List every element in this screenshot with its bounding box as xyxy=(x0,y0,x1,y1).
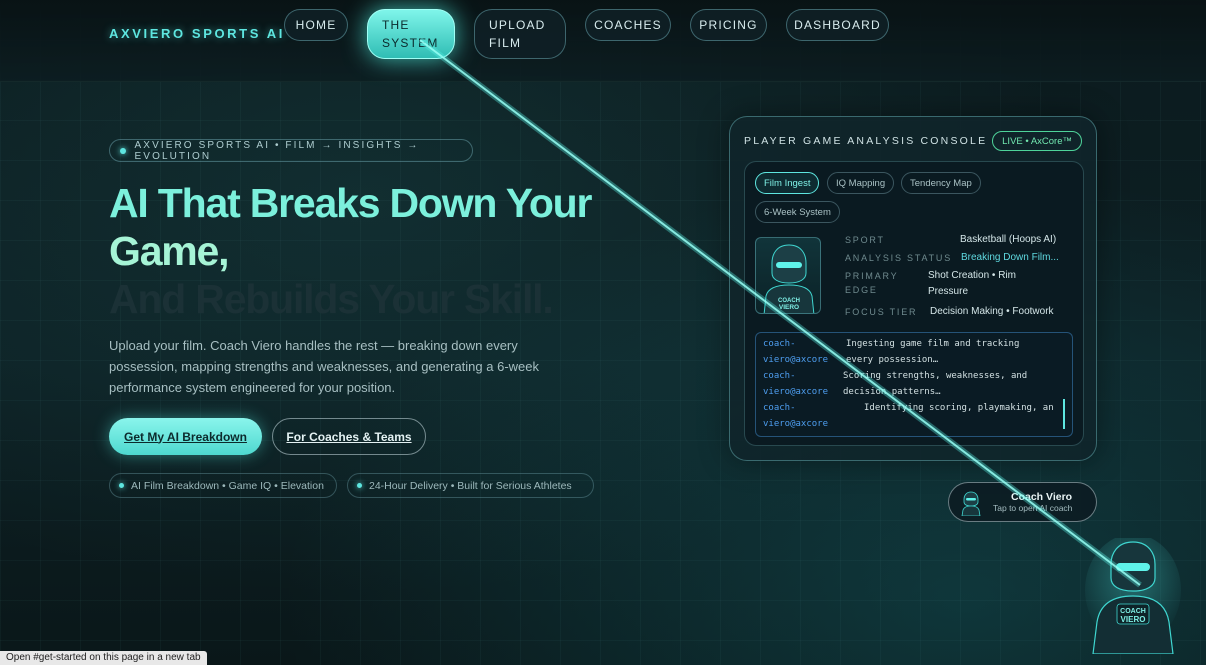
coaches-teams-button[interactable]: For Coaches & Teams xyxy=(272,418,426,455)
nav-dashboard[interactable]: DASHBOARD xyxy=(786,9,889,41)
coach-viero-widget[interactable]: Coach Viero Tap to open AI coach xyxy=(948,482,1097,522)
get-ai-breakdown-button[interactable]: Get My AI Breakdown xyxy=(109,418,262,455)
tab-film-ingest[interactable]: Film Ingest xyxy=(755,172,820,194)
tab-6-week-system[interactable]: 6-Week System xyxy=(755,201,840,223)
brand-logo[interactable]: AXVIERO SPORTS AI xyxy=(109,26,285,41)
nav-the-system[interactable]: THE SYSTEM xyxy=(367,9,455,59)
robot-coach-icon: COACH VIERO xyxy=(763,244,815,313)
chip-label: 24-Hour Delivery • Built for Serious Ath… xyxy=(369,479,572,492)
terminal-line: Identifying scoring, playmaking, an xyxy=(864,403,1054,413)
sport-label: SPORT xyxy=(845,235,885,245)
terminal-user: coach- viero@axcore xyxy=(763,339,829,365)
nav-home[interactable]: HOME xyxy=(284,9,348,41)
analysis-status-value: Breaking Down Film... xyxy=(961,252,1059,263)
svg-text:VIERO: VIERO xyxy=(1121,615,1146,624)
svg-text:VIERO: VIERO xyxy=(779,304,799,311)
live-badge: LIVE • AxCore™ xyxy=(992,131,1082,151)
hero-eyebrow: AXVIERO SPORTS AI • FILM → INSIGHTS → EV… xyxy=(109,139,473,162)
headline-line-3: And Rebuilds Your Skill. xyxy=(109,276,554,322)
analysis-status-label: ANALYSIS STATUS xyxy=(845,253,953,263)
top-navigation: AXVIERO SPORTS AI HOME THE SYSTEM UPLOAD… xyxy=(0,0,1206,82)
chip-label: AI Film Breakdown • Game IQ • Elevation xyxy=(131,479,324,492)
console-title: PLAYER GAME ANALYSIS CONSOLE xyxy=(744,135,988,147)
tab-tendency-map[interactable]: Tendency Map xyxy=(901,172,981,194)
coach-avatar-icon xyxy=(961,491,981,516)
nav-upload-film[interactable]: UPLOAD FILM xyxy=(474,9,566,59)
feature-chip: 24-Hour Delivery • Built for Serious Ath… xyxy=(347,473,594,498)
chip-dot-icon xyxy=(119,483,124,488)
coach-viero-robot-icon[interactable]: COACH VIERO xyxy=(1085,538,1181,654)
coach-widget-subtitle: Tap to open AI coach xyxy=(993,503,1073,513)
primary-edge-value: Shot Creation • Rim Pressure xyxy=(928,270,1016,297)
hero-description: Upload your film. Coach Viero handles th… xyxy=(109,338,539,395)
sport-value: Basketball (Hoops AI) xyxy=(960,234,1057,245)
headline-line-1: AI That Breaks Down Your xyxy=(109,180,592,226)
feature-chip: AI Film Breakdown • Game IQ • Elevation xyxy=(109,473,337,498)
status-dot-icon xyxy=(120,147,126,154)
coach-widget-name: Coach Viero xyxy=(1011,491,1073,503)
focus-tier-label: FOCUS TIER xyxy=(845,307,918,317)
console-panel: Film Ingest IQ Mapping Tendency Map 6-We… xyxy=(744,161,1084,446)
primary-edge-label: PRIMARY EDGE xyxy=(845,271,899,295)
coach-avatar: COACH VIERO xyxy=(755,237,821,314)
terminal-log: coach- viero@axcore Ingesting game film … xyxy=(755,332,1073,437)
svg-text:COACH: COACH xyxy=(1120,608,1146,615)
tab-iq-mapping[interactable]: IQ Mapping xyxy=(827,172,895,194)
terminal-line: Scoring strengths, weaknesses, and decis… xyxy=(843,371,1028,397)
eyebrow-text: AXVIERO SPORTS AI • FILM → INSIGHTS → EV… xyxy=(134,139,420,162)
analysis-console: PLAYER GAME ANALYSIS CONSOLE LIVE • AxCo… xyxy=(729,116,1097,461)
chip-dot-icon xyxy=(357,483,362,488)
nav-coaches[interactable]: COACHES xyxy=(585,9,671,41)
headline-line-2: Game, xyxy=(109,228,230,274)
terminal-user: coach- viero@axcore xyxy=(763,403,829,429)
terminal-user: coach- viero@axcore xyxy=(763,371,829,397)
terminal-line: Ingesting game film and tracking every p… xyxy=(846,339,1020,365)
nav-pricing[interactable]: PRICING xyxy=(690,9,767,41)
focus-tier-value: Decision Making • Footwork xyxy=(930,306,1054,317)
browser-status-bar: Open #get-started on this page in a new … xyxy=(0,651,207,665)
terminal-cursor xyxy=(1063,399,1065,429)
